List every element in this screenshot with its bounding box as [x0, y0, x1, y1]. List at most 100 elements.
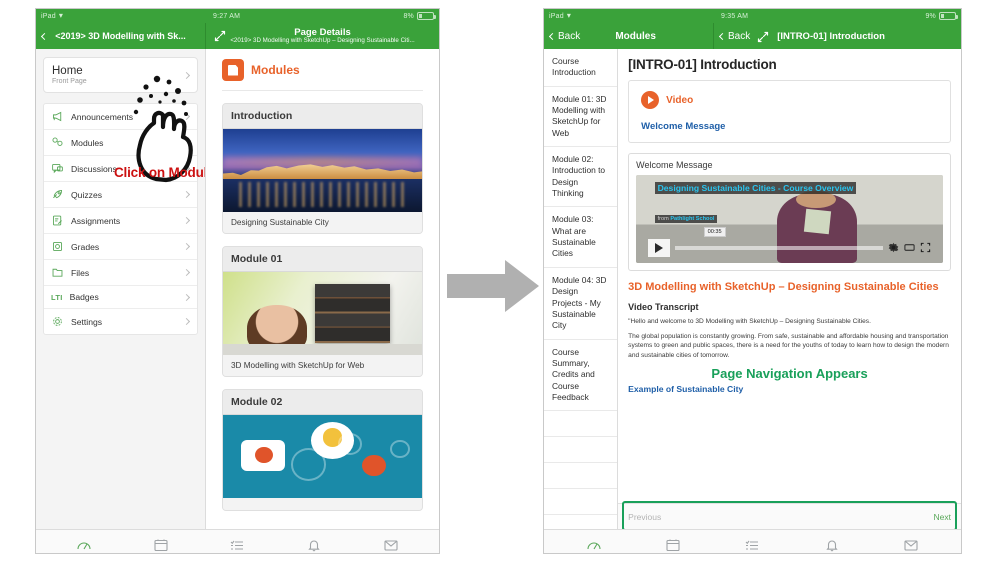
chevron-right-icon — [182, 268, 191, 277]
back-button[interactable]: Back — [714, 31, 750, 42]
sidebar-item-files[interactable]: Files — [44, 260, 197, 286]
tab-inbox[interactable]: Inbox — [360, 538, 422, 555]
transcript-paragraph-2: The global population is constantly grow… — [628, 333, 949, 359]
chevron-right-icon — [182, 190, 191, 199]
calendar-icon — [665, 538, 681, 552]
envelope-icon — [383, 538, 399, 552]
left-status-time: 9:27 AM — [213, 12, 241, 20]
right-battery-percent: 9% — [925, 12, 936, 20]
tab-notifications[interactable]: Notifications — [801, 538, 863, 555]
lti-icon: LTI — [51, 292, 63, 302]
back-label: Back — [558, 30, 581, 42]
sidebar-item-assignments[interactable]: Assignments — [44, 208, 197, 234]
tab-dashboard[interactable]: Dashboard — [53, 538, 115, 554]
list-item[interactable]: Course Summary, Credits and Course Feedb… — [544, 340, 618, 412]
left-course-navbar: <2019> 3D Modelling with Sk... — [36, 23, 206, 49]
tab-label: Calendar — [661, 554, 685, 555]
transcript-heading: Video Transcript — [628, 301, 699, 312]
back-button[interactable]: Back — [544, 31, 580, 42]
play-circle-icon — [641, 91, 660, 109]
chevron-right-icon — [182, 293, 191, 301]
back-button[interactable] — [36, 32, 49, 40]
module-card-caption: Module 01 — [223, 247, 422, 272]
module-card-caption: Introduction — [223, 104, 422, 129]
clipped-heading: Example of Sustainable City — [628, 384, 744, 395]
sidebar-item-quizzes[interactable]: Quizzes — [44, 182, 197, 208]
sidebar-item-grades[interactable]: Grades — [44, 234, 197, 260]
video-link[interactable]: Video — [641, 91, 938, 109]
dashboard-icon — [586, 538, 602, 552]
bell-icon — [824, 538, 840, 552]
list-item[interactable]: Module 02: Introduction to Design Thinki… — [544, 147, 618, 208]
right-arrow-icon — [447, 258, 539, 314]
sidebar-item-modules[interactable]: Modules — [44, 130, 197, 156]
sidebar-item-home[interactable]: Home Front Page — [43, 57, 198, 93]
transcript-paragraph-1: "Hello and welcome to 3D Modelling with … — [628, 317, 871, 325]
sidebar-item-badges[interactable]: LTI Badges — [44, 286, 197, 309]
page-title: [INTRO-01] Introduction — [628, 57, 777, 72]
wifi-icon: ▾ — [58, 11, 64, 20]
list-item[interactable]: Module 04: 3D Design Projects - My Susta… — [544, 268, 618, 340]
next-button[interactable]: Next — [934, 512, 951, 522]
course-nav-list: Announcements Modules Discussions Quizze… — [43, 103, 198, 335]
tab-label: Notifications — [816, 554, 849, 555]
module-card-module-02[interactable]: Module 02 — [222, 389, 423, 511]
module-card-module-01[interactable]: Module 01 3D Modelling with SketchUp for… — [222, 246, 423, 377]
sidebar-item-announcements[interactable]: Announcements — [44, 104, 197, 130]
battery-icon — [417, 12, 436, 20]
list-item-empty — [544, 463, 618, 490]
assignment-icon — [51, 214, 64, 227]
module-card-introduction[interactable]: Introduction Designing Sustainable City — [222, 103, 423, 234]
previous-button[interactable]: Previous — [628, 512, 661, 522]
video-player[interactable]: Designing Sustainable Cities - Course Ov… — [636, 175, 943, 263]
chevron-right-icon — [182, 317, 191, 326]
sidebar-label: Files — [71, 267, 90, 278]
wifi-icon: ▾ — [566, 11, 572, 20]
home-subtitle: Front Page — [52, 78, 87, 85]
list-item-empty — [544, 515, 617, 529]
list-item[interactable]: Module 01: 3D Modelling with SketchUp fo… — [544, 87, 618, 148]
tab-dashboard[interactable]: Dashboard — [563, 538, 625, 554]
tab-inbox[interactable]: Inbox — [880, 538, 942, 554]
tab-todo[interactable]: To do — [721, 538, 783, 554]
list-item[interactable]: Course Introduction — [544, 49, 618, 87]
tab-label: Notifications — [298, 554, 331, 555]
video-controls[interactable] — [648, 238, 930, 258]
modules-list: Course Introduction Module 01: 3D Modell… — [544, 49, 619, 529]
tab-todo[interactable]: To do — [206, 538, 268, 554]
list-item-empty — [544, 489, 618, 516]
tab-notifications[interactable]: Notifications — [283, 538, 345, 555]
video-panel: Welcome Message Designing Sustainable Ci… — [628, 153, 951, 271]
tab-label: Inbox — [383, 554, 398, 555]
expand-diagonal-icon[interactable] — [757, 30, 769, 43]
page-navigation-bar: Previous Next — [618, 503, 961, 529]
welcome-message-link[interactable]: Welcome Message — [641, 121, 938, 132]
play-icon[interactable] — [648, 238, 671, 257]
rocket-icon — [51, 188, 64, 201]
expand-diagonal-icon[interactable] — [214, 30, 226, 42]
page-navigation-annotation: Page Navigation Appears — [711, 366, 868, 382]
intro-navbar: Back [INTRO-01] Introduction — [714, 23, 961, 49]
sidebar-label: Quizzes — [71, 189, 103, 200]
sidebar-label: Discussions — [71, 163, 117, 174]
module-card-footer — [223, 498, 422, 510]
left-battery-percent: 8% — [403, 12, 414, 20]
fullscreen-icon[interactable] — [920, 242, 931, 253]
right-status-time: 9:35 AM — [721, 12, 749, 20]
chevron-left-icon — [718, 32, 727, 40]
list-item[interactable]: Module 03: What are Sustainable Cities — [544, 207, 618, 268]
gear-icon[interactable] — [888, 242, 899, 253]
sidebar-item-settings[interactable]: Settings — [44, 309, 197, 334]
video-progress-bar[interactable] — [675, 245, 883, 250]
tab-calendar[interactable]: Calendar — [642, 538, 704, 555]
sidebar-label: Modules — [71, 137, 104, 148]
sidebar-item-discussions[interactable]: Discussions — [44, 156, 197, 182]
grades-icon — [51, 240, 64, 253]
captions-icon[interactable] — [904, 242, 915, 253]
page-details-title: Page Details — [294, 26, 351, 38]
device-left: iPad ▾ 9:27 AM 8% <2019> 3D Modelling wi… — [35, 8, 440, 554]
modules-icon — [51, 136, 64, 149]
tab-calendar[interactable]: Calendar — [130, 538, 192, 554]
left-status-bar: iPad ▾ 9:27 AM 8% — [36, 9, 439, 23]
right-tab-bar: Dashboard Calendar To do Notifications — [544, 529, 961, 555]
